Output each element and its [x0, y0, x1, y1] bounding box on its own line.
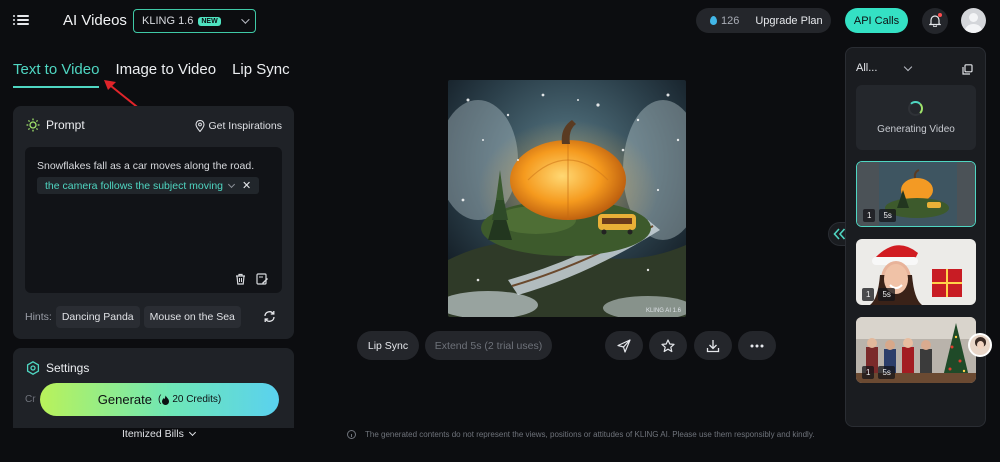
trash-icon[interactable] — [235, 273, 246, 285]
prompt-header: Prompt — [26, 118, 85, 132]
thumb-badges: 1 5s — [862, 288, 895, 301]
extend-note: (2 trial uses) — [484, 339, 543, 352]
notification-button[interactable] — [922, 8, 948, 34]
multi-select-icon[interactable] — [962, 64, 973, 75]
item-count: 1 — [863, 209, 876, 222]
history-filter-label: All... — [856, 62, 878, 74]
location-pin-icon — [195, 120, 206, 132]
page-title: AI Videos — [63, 12, 127, 29]
top-bar: AI Videos KLING 1.6 NEW 126 Upgrade Plan… — [0, 0, 1000, 42]
thumb-badges: 1 5s — [862, 366, 895, 379]
history-item[interactable]: 1 5s — [856, 317, 976, 383]
chevron-down-icon — [241, 15, 250, 24]
tab-text-to-video[interactable]: Text to Video — [13, 61, 100, 88]
download-button[interactable] — [694, 331, 732, 360]
menu-icon[interactable] — [12, 11, 30, 29]
camera-movement-label: the camera follows the subject moving — [45, 179, 224, 192]
get-inspirations-button[interactable]: Get Inspirations — [195, 120, 282, 132]
watermark: KLING AI 1.6 — [645, 308, 681, 314]
history-item[interactable]: 1 5s — [856, 161, 976, 227]
settings-title: Settings — [46, 361, 90, 375]
hints: Hints: Dancing Panda Mouse on the Sea — [25, 306, 241, 328]
itemized-bills-label: Itemized Bills — [122, 428, 184, 440]
item-duration: 5s — [878, 288, 895, 301]
send-icon — [617, 338, 631, 353]
extend-button[interactable]: Extend 5s (2 trial uses) — [425, 331, 552, 360]
get-inspirations-label: Get Inspirations — [208, 120, 282, 132]
share-button[interactable] — [605, 331, 643, 360]
more-icon — [750, 344, 764, 347]
prompt-tools — [235, 273, 268, 285]
lip-sync-button[interactable]: Lip Sync — [357, 331, 419, 360]
chevron-down-icon — [904, 62, 913, 71]
hints-label: Hints: — [25, 311, 52, 323]
credit-drop-icon — [710, 16, 717, 25]
item-count: 1 — [862, 288, 875, 301]
upgrade-plan-button[interactable]: 126 Upgrade Plan — [696, 8, 831, 33]
extend-label: Extend 5s — [434, 339, 482, 352]
flame-icon — [162, 395, 170, 405]
prompt-text: Snowflakes fall as a car moves along the… — [37, 160, 255, 172]
close-icon[interactable]: ✕ — [242, 179, 251, 192]
settings-header[interactable]: Settings — [26, 361, 89, 375]
disclaimer-text: The generated contents do not represent … — [365, 430, 815, 439]
settings-option: Cr — [25, 394, 36, 405]
thumb-badges: 1 5s — [863, 209, 896, 222]
prompt-input[interactable]: Snowflakes fall as a car moves along the… — [25, 147, 282, 293]
hexagon-settings-icon — [26, 361, 40, 375]
history-item[interactable]: 1 5s — [856, 239, 976, 305]
hint-chip[interactable]: Mouse on the Sea — [143, 306, 241, 328]
edit-note-icon[interactable] — [256, 273, 268, 285]
refresh-icon[interactable] — [263, 310, 276, 323]
history-panel: All... Generating Video 1 5s 1 5s 1 5s — [845, 47, 986, 427]
upgrade-plan-label: Upgrade Plan — [755, 14, 823, 27]
download-icon — [706, 339, 720, 352]
disclaimer: The generated contents do not represent … — [347, 430, 814, 439]
generating-card: Generating Video — [856, 85, 976, 150]
hint-chip[interactable]: Dancing Panda — [55, 306, 140, 328]
generate-button[interactable]: Generate (20 Credits) — [40, 383, 279, 416]
generate-label: Generate — [97, 392, 152, 407]
credit-count: 126 — [721, 14, 740, 27]
model-select[interactable]: KLING 1.6 NEW — [133, 9, 256, 33]
generate-credits-label: 20 Credits — [172, 394, 218, 405]
prompt-title: Prompt — [46, 118, 85, 132]
camera-movement-chip[interactable]: the camera follows the subject moving ✕ — [37, 177, 260, 194]
new-badge: NEW — [198, 16, 221, 26]
model-name: KLING 1.6 — [142, 15, 194, 27]
video-preview[interactable]: KLING AI 1.6 — [448, 80, 686, 317]
item-duration: 5s — [879, 209, 896, 222]
item-count: 1 — [862, 366, 875, 379]
avatar[interactable] — [961, 8, 986, 33]
generating-label: Generating Video — [877, 124, 955, 135]
chevron-down-icon — [188, 428, 196, 437]
api-calls-button[interactable]: API Calls — [845, 8, 908, 33]
item-duration: 5s — [878, 366, 895, 379]
history-filter[interactable]: All... — [856, 62, 913, 74]
favorite-button[interactable] — [649, 331, 687, 360]
more-options-button[interactable] — [738, 331, 776, 360]
tab-lip-sync[interactable]: Lip Sync — [232, 61, 290, 88]
pumpkin-scene-image — [448, 80, 686, 317]
generate-credits: (20 Credits) — [157, 394, 222, 405]
loading-spinner-icon — [908, 101, 923, 116]
info-icon — [347, 430, 356, 439]
assistant-avatar[interactable] — [968, 333, 992, 357]
star-icon — [661, 338, 675, 352]
notification-dot — [938, 13, 942, 17]
chevron-down-icon[interactable] — [227, 180, 236, 188]
sun-icon — [26, 118, 40, 132]
prompt-card: Prompt Get Inspirations Snowflakes fall … — [13, 106, 294, 339]
itemized-bills-button[interactable]: Itemized Bills — [122, 428, 196, 440]
